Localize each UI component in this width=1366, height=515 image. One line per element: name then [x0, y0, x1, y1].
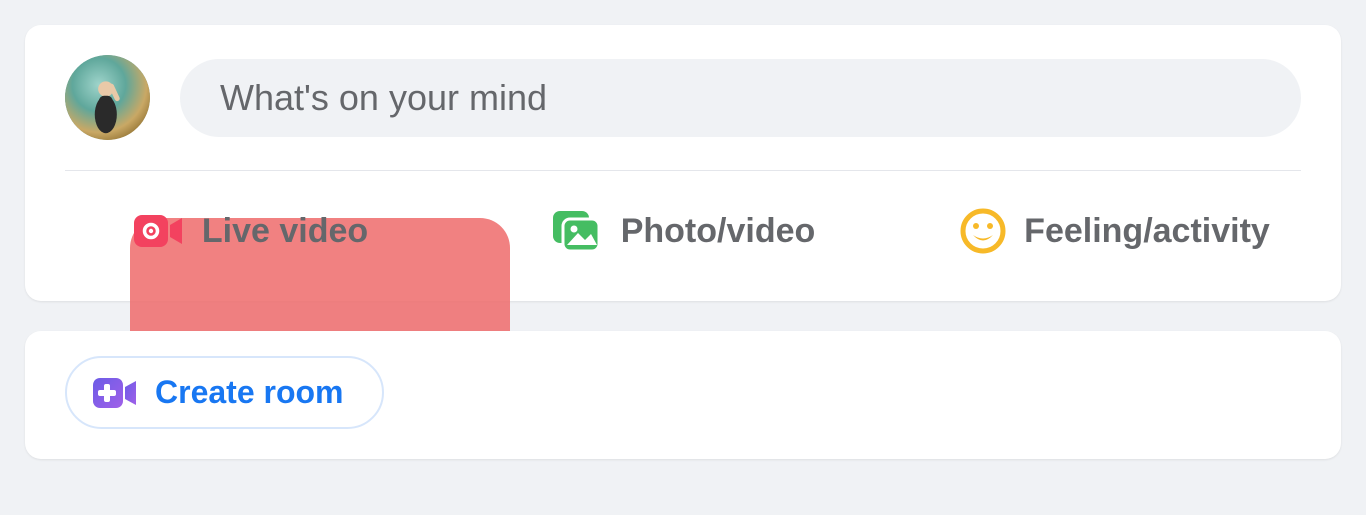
feeling-activity-label: Feeling/activity [1024, 212, 1270, 251]
live-video-button[interactable]: Live video [41, 181, 461, 281]
compose-card: Live video Photo/video [25, 25, 1341, 301]
compose-row [25, 25, 1341, 160]
create-room-icon [93, 376, 137, 410]
live-video-icon [134, 211, 184, 251]
rooms-card: Create room [25, 331, 1341, 459]
avatar-person-icon [65, 55, 150, 140]
feeling-activity-button[interactable]: Feeling/activity [905, 181, 1325, 281]
photo-video-label: Photo/video [621, 212, 816, 251]
action-row: Live video Photo/video [25, 171, 1341, 301]
feeling-activity-icon [960, 208, 1006, 254]
create-room-button[interactable]: Create room [65, 356, 384, 429]
photo-video-button[interactable]: Photo/video [473, 181, 893, 281]
live-video-label: Live video [202, 212, 368, 251]
room-row: Create room [25, 331, 1341, 459]
avatar[interactable] [65, 55, 150, 140]
photo-video-icon [551, 209, 603, 253]
compose-input[interactable] [180, 59, 1301, 137]
create-room-label: Create room [155, 374, 344, 411]
